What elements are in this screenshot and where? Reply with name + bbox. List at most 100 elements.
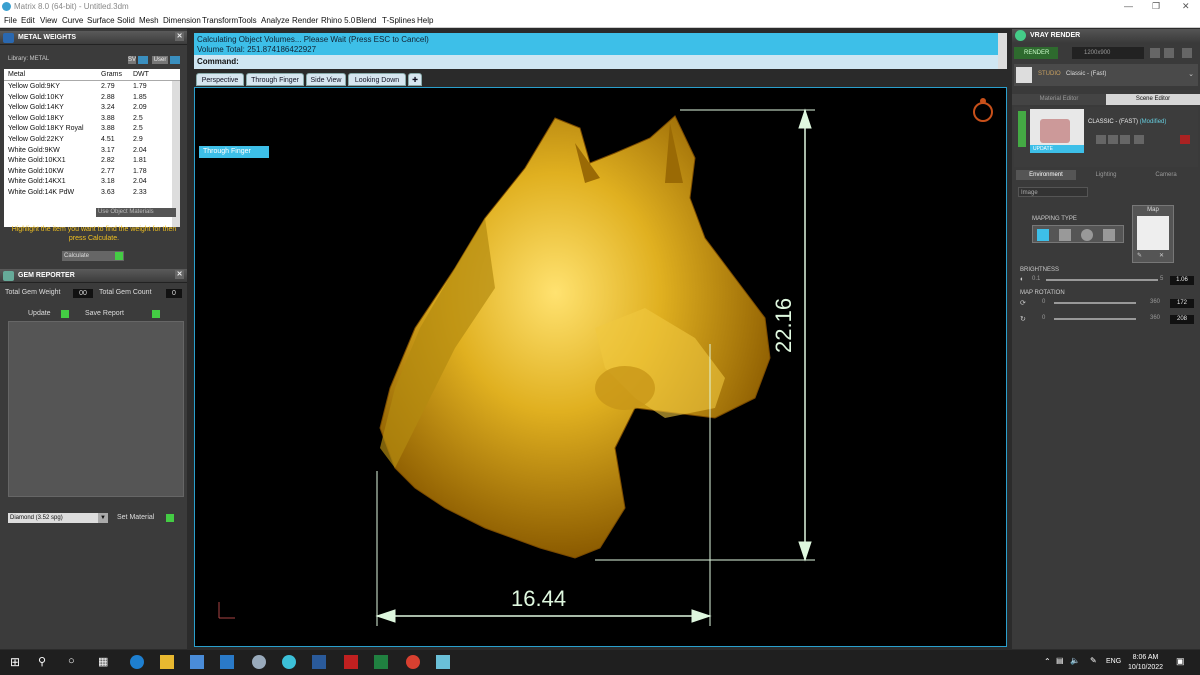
file-explorer-icon[interactable] xyxy=(160,655,174,669)
rotation-v-value[interactable]: 208 xyxy=(1170,315,1194,324)
brightness-value[interactable]: 1.06 xyxy=(1170,276,1194,285)
preset-select[interactable]: STUDIO Classic - (Fast) ⌄ xyxy=(1014,64,1198,86)
search-icon[interactable]: ⚲ xyxy=(38,655,52,669)
table-row[interactable]: White Gold:14KX1 3.18 2.04 xyxy=(4,177,172,188)
menu-item-view[interactable]: View xyxy=(40,16,57,25)
table-row[interactable]: Yellow Gold:18KY Royal 3.88 2.5 xyxy=(4,124,172,135)
render-button[interactable]: RENDER xyxy=(1014,47,1058,59)
user-toggle-icon[interactable] xyxy=(170,56,180,64)
windows-start-icon[interactable]: ⊞ xyxy=(10,655,24,669)
clock[interactable]: 8:06 AM 10/10/2022 xyxy=(1128,653,1163,673)
material-thumbnail[interactable]: UPDATE xyxy=(1030,109,1084,153)
app-icon[interactable] xyxy=(282,655,296,669)
table-row[interactable]: White Gold:14K PdW 3.63 2.33 xyxy=(4,188,172,199)
menu-item-mesh[interactable]: Mesh xyxy=(139,16,159,25)
menu-item-rhino[interactable]: Rhino 5.0 xyxy=(321,16,355,25)
command-line[interactable]: Command: xyxy=(194,55,998,69)
use-object-materials-checkbox[interactable]: Use Object Materials xyxy=(96,208,176,217)
rotation-h-slider[interactable]: ⟳ 0 360 172 xyxy=(1020,299,1196,308)
material-tool-icon[interactable] xyxy=(1108,135,1118,144)
map-remove-icon[interactable]: ✕ xyxy=(1159,252,1169,260)
menu-item-solid[interactable]: Solid xyxy=(117,16,135,25)
tab-scene-editor[interactable]: Scene Editor xyxy=(1106,94,1200,105)
mapping-dome-icon[interactable] xyxy=(1103,229,1115,241)
table-row[interactable]: Yellow Gold:9KY 2.79 1.79 xyxy=(4,82,172,93)
map-edit-icon[interactable]: ✎ xyxy=(1137,252,1147,260)
menu-item-surface[interactable]: Surface xyxy=(87,16,115,25)
close-icon[interactable]: ✕ xyxy=(1182,1,1190,12)
environment-type-select[interactable]: Image xyxy=(1018,187,1088,197)
brightness-slider[interactable]: ◐ 0.1 5 1.06 xyxy=(1020,276,1196,285)
table-row[interactable]: Yellow Gold:18KY 3.88 2.5 xyxy=(4,114,172,125)
mapping-cube-icon[interactable] xyxy=(1059,229,1071,241)
maximize-icon[interactable]: ❐ xyxy=(1152,1,1160,12)
viewport-name[interactable]: Through Finger xyxy=(199,146,269,158)
status-scrollbar[interactable] xyxy=(998,33,1007,69)
volume-icon[interactable]: 🔈 xyxy=(1070,656,1080,665)
language-indicator[interactable]: ENG xyxy=(1106,658,1121,665)
resolution-select[interactable]: 1200x900 xyxy=(1072,47,1144,59)
minimize-icon[interactable]: — xyxy=(1124,1,1133,11)
ring-icon[interactable] xyxy=(973,98,993,122)
calculate-button[interactable]: Calculate xyxy=(62,251,124,261)
tab-perspective[interactable]: Perspective xyxy=(196,73,244,86)
user-button[interactable]: User xyxy=(152,56,168,64)
excel-icon[interactable] xyxy=(374,655,388,669)
rewind-icon[interactable] xyxy=(1150,48,1160,58)
add-tab-icon[interactable]: ✚ xyxy=(408,73,422,86)
mapping-plane-icon[interactable] xyxy=(1037,229,1049,241)
table-row[interactable]: Yellow Gold:14KY 3.24 2.09 xyxy=(4,103,172,114)
app-icon[interactable] xyxy=(344,655,358,669)
material-tool-icon[interactable] xyxy=(1096,135,1106,144)
map-preview[interactable]: Map ✎ ✕ xyxy=(1132,205,1174,263)
app-icon[interactable] xyxy=(312,655,326,669)
gem-material-select[interactable]: Diamond (3.52 spg) ▼ xyxy=(8,513,108,523)
menu-item-blend[interactable]: Blend xyxy=(356,16,376,25)
tab-material-editor[interactable]: Material Editor xyxy=(1012,94,1106,105)
tab-environment[interactable]: Environment xyxy=(1016,170,1076,180)
mail-icon[interactable] xyxy=(220,655,234,669)
table-row[interactable]: White Gold:9KW 3.17 2.04 xyxy=(4,146,172,157)
tab-camera[interactable]: Camera xyxy=(1136,170,1196,180)
table-row[interactable]: Yellow Gold:10KY 2.88 1.85 xyxy=(4,93,172,104)
tray-chevron-icon[interactable]: ⌃ xyxy=(1044,657,1051,666)
save-report-button[interactable]: Save Report xyxy=(85,309,161,319)
tab-through-finger[interactable]: Through Finger xyxy=(246,73,304,86)
menu-item-curve[interactable]: Curve xyxy=(62,16,83,25)
table-row[interactable]: Yellow Gold:22KY 4.51 2.9 xyxy=(4,135,172,146)
update-material-button[interactable]: UPDATE xyxy=(1030,145,1084,153)
menu-item-file[interactable]: File xyxy=(4,16,17,25)
material-tool-icon[interactable] xyxy=(1120,135,1130,144)
tab-side-view[interactable]: Side View xyxy=(306,73,346,86)
menu-item-render[interactable]: Render xyxy=(292,16,318,25)
rotation-v-slider[interactable]: ↻ 0 360 208 xyxy=(1020,315,1196,324)
sv-toggle-icon[interactable] xyxy=(138,56,148,64)
set-material-button[interactable]: Set Material xyxy=(117,513,175,523)
menu-item-dimension[interactable]: Dimension xyxy=(163,16,201,25)
network-icon[interactable]: ▤ xyxy=(1056,656,1064,665)
menu-item-tools[interactable]: Tools xyxy=(238,16,257,25)
horse-head-model[interactable] xyxy=(379,115,771,559)
tab-lighting[interactable]: Lighting xyxy=(1076,170,1136,180)
refresh-icon[interactable] xyxy=(1180,135,1190,144)
play-icon[interactable] xyxy=(1164,48,1174,58)
menu-item-transform[interactable]: Transform xyxy=(202,16,238,25)
menu-item-tsplines[interactable]: T-Splines xyxy=(382,16,415,25)
app-icon[interactable] xyxy=(436,655,450,669)
material-tool-icon[interactable] xyxy=(1134,135,1144,144)
gem-reporter-close-icon[interactable]: ✕ xyxy=(175,270,184,279)
table-row[interactable]: White Gold:10KW 2.77 1.78 xyxy=(4,167,172,178)
pen-icon[interactable]: ✎ xyxy=(1090,656,1097,665)
update-button[interactable]: Update xyxy=(28,309,70,319)
notifications-icon[interactable]: ▣ xyxy=(1176,656,1185,667)
metal-table-scrollbar[interactable] xyxy=(172,81,180,227)
store-icon[interactable] xyxy=(190,655,204,669)
chrome-icon[interactable] xyxy=(406,655,420,669)
rotation-h-value[interactable]: 172 xyxy=(1170,299,1194,308)
menu-item-edit[interactable]: Edit xyxy=(21,16,35,25)
menu-item-analyze[interactable]: Analyze xyxy=(261,16,289,25)
cortana-icon[interactable]: ○ xyxy=(68,655,82,669)
metal-weights-close-icon[interactable]: ✕ xyxy=(175,32,184,41)
settings-icon[interactable] xyxy=(1182,48,1192,58)
table-row[interactable]: White Gold:10KX1 2.82 1.81 xyxy=(4,156,172,167)
